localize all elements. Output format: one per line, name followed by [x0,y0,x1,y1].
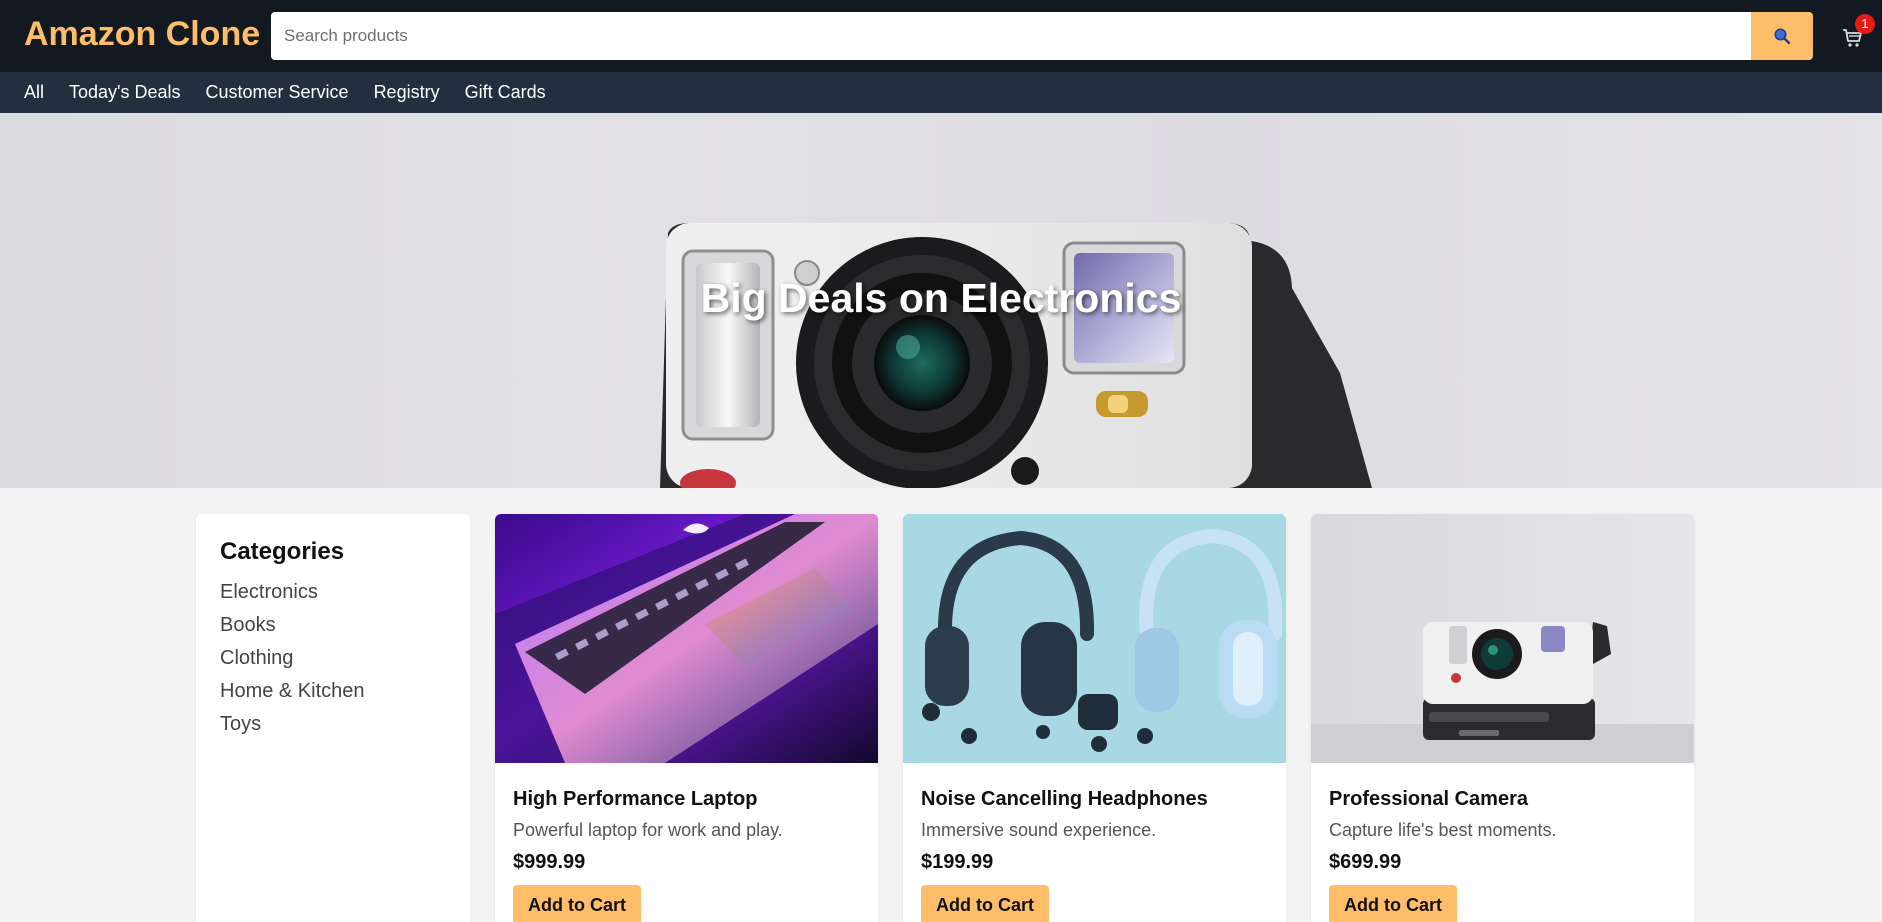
search-bar [271,12,1813,60]
hero-title: Big Deals on Electronics [700,275,1182,321]
headphones-image [903,514,1286,763]
nav-customer-service[interactable]: Customer Service [206,82,349,103]
magnifier-icon [1774,28,1791,45]
sub-navigation: All Today's Deals Customer Service Regis… [0,72,1882,113]
laptop-image [495,514,878,763]
categories-sidebar: Categories Electronics Books Clothing Ho… [196,514,470,922]
search-input[interactable] [271,12,1751,60]
hero-banner[interactable]: Big Deals on Electronics [0,113,1882,488]
product-description: Immersive sound experience. [921,820,1157,840]
product-card-camera: Professional Camera Capture life's best … [1311,514,1694,922]
product-image-camera[interactable] [1311,514,1694,763]
product-title[interactable]: Professional Camera [1329,787,1676,811]
nav-registry[interactable]: Registry [374,82,440,103]
site-logo[interactable]: Amazon Clone [24,14,260,54]
category-toys[interactable]: Toys [220,708,446,741]
categories-heading: Categories [220,538,345,565]
product-description: Powerful laptop for work and play. [513,820,783,840]
product-price: $999.99 [513,851,586,873]
product-description: Capture life's best moments. [1329,820,1557,840]
add-to-cart-button[interactable]: Add to Cart [513,885,641,922]
category-electronics[interactable]: Electronics [220,576,446,609]
nav-all[interactable]: All [24,82,44,103]
top-header: Amazon Clone 1 [0,0,1882,72]
search-button[interactable] [1751,12,1813,60]
cart-button[interactable]: 1 [1838,14,1875,52]
cart-count-badge: 1 [1855,14,1875,34]
nav-todays-deals[interactable]: Today's Deals [69,82,181,103]
add-to-cart-button[interactable]: Add to Cart [921,885,1049,922]
category-home-kitchen[interactable]: Home & Kitchen [220,675,446,708]
camera-image [1311,514,1694,763]
product-image-headphones[interactable] [903,514,1286,763]
nav-gift-cards[interactable]: Gift Cards [465,82,546,103]
product-title[interactable]: Noise Cancelling Headphones [921,787,1268,811]
product-image-laptop[interactable] [495,514,878,763]
product-card-headphones: Noise Cancelling Headphones Immersive so… [903,514,1286,922]
product-title[interactable]: High Performance Laptop [513,787,860,811]
category-clothing[interactable]: Clothing [220,642,446,675]
add-to-cart-button[interactable]: Add to Cart [1329,885,1457,922]
product-price: $699.99 [1329,851,1402,873]
category-books[interactable]: Books [220,609,446,642]
product-card-laptop: High Performance Laptop Powerful laptop … [495,514,878,922]
product-price: $199.99 [921,851,994,873]
